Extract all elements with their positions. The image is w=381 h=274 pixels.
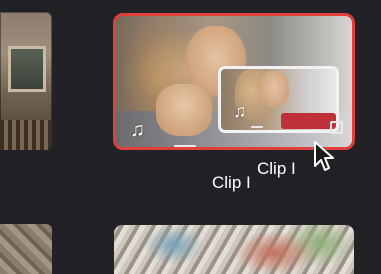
clip-thumbnail-window	[8, 46, 46, 92]
preview-face	[259, 71, 289, 107]
media-clip-bottom[interactable]	[114, 225, 354, 274]
preview-scrub-indicator	[251, 126, 263, 128]
preview-red-garment	[281, 113, 336, 129]
music-note-icon: ♫	[130, 119, 145, 141]
arrow-cursor-icon	[314, 141, 334, 171]
thumbnail-hand	[156, 84, 212, 136]
clip-name-label: Clip I	[212, 173, 251, 192]
clip-thumbnail-railing	[0, 120, 52, 150]
resize-corner-icon	[330, 121, 343, 134]
music-note-icon: ♫	[233, 101, 247, 121]
drag-clip-name-label: Clip I	[257, 159, 296, 178]
media-clip-left-top[interactable]	[0, 12, 52, 150]
clip-scrub-indicator[interactable]	[174, 145, 196, 147]
media-clip-left-bottom[interactable]	[0, 224, 52, 274]
drag-preview-clip: ♫	[218, 66, 339, 133]
